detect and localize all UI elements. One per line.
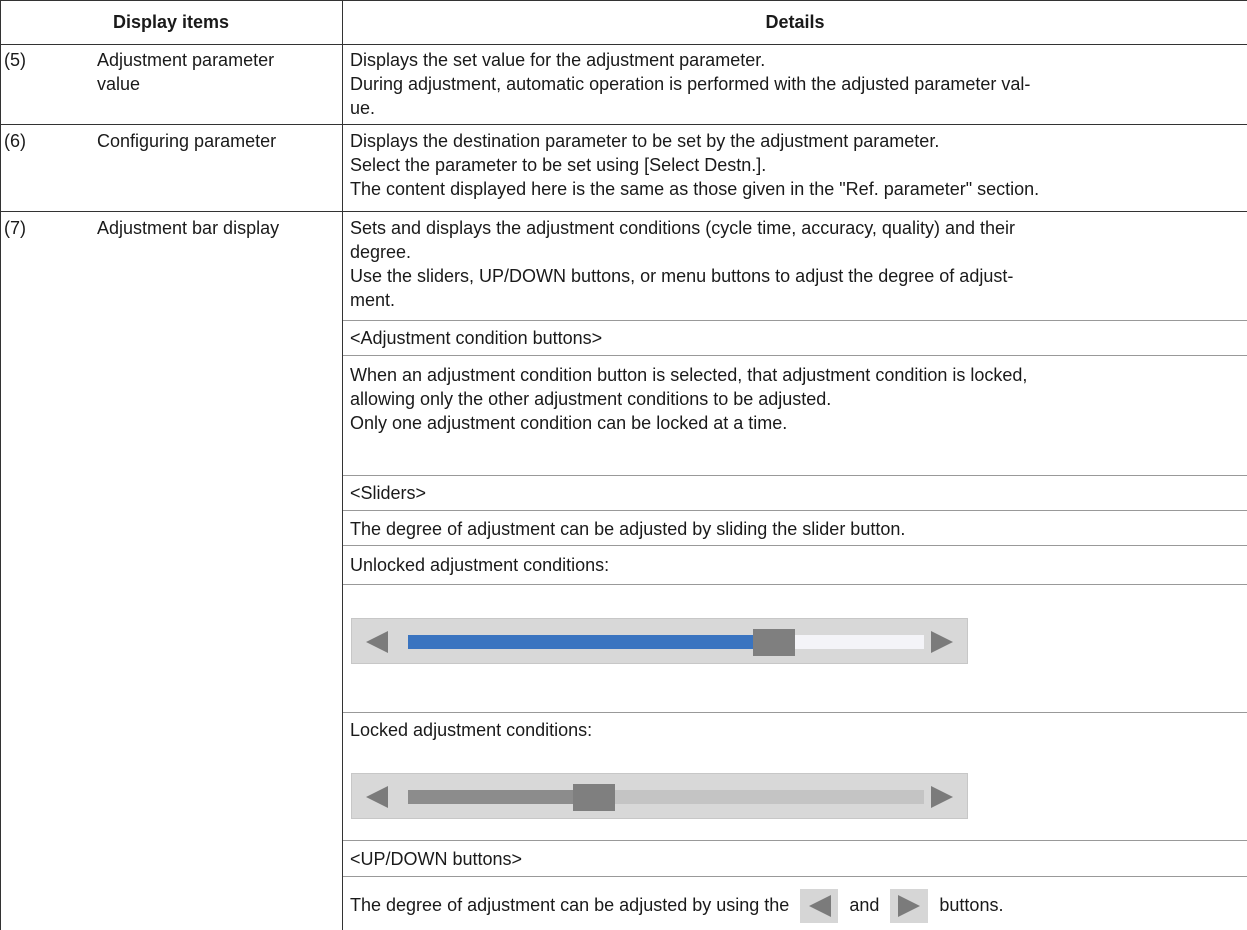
slider-knob[interactable] [753, 629, 795, 656]
unlocked-slider[interactable] [351, 618, 968, 664]
sub-divider [342, 355, 1247, 356]
column-divider [342, 0, 343, 930]
row-number: (6) [4, 131, 26, 151]
left-arrow-icon[interactable] [366, 631, 388, 653]
row-number: (7) [4, 218, 26, 238]
row-details: Displays the set value for the adjustmen… [350, 50, 1031, 118]
row-intro: Sets and displays the adjustment conditi… [350, 218, 1015, 310]
section-heading-updown: <UP/DOWN buttons> [350, 849, 523, 869]
sub-divider [342, 320, 1247, 321]
header-details: Details [765, 12, 825, 32]
locked-slider[interactable] [351, 773, 968, 819]
slider-fill [408, 635, 753, 649]
updown-text: The degree of adjustment can be adjusted… [350, 887, 1247, 924]
row-divider [0, 211, 1247, 212]
right-button-icon [890, 889, 929, 924]
display-item: Adjustment parameter value [97, 50, 275, 94]
row-details: Displays the destination parameter to be… [350, 131, 1040, 199]
locked-label: Locked adjustment conditions: [350, 720, 593, 740]
header-display-items: Display items [112, 12, 230, 32]
sub-divider [342, 840, 1247, 841]
slider-track[interactable] [408, 629, 924, 656]
sub-divider [342, 545, 1247, 546]
condition-buttons-text: When an adjustment condition button is s… [350, 365, 1028, 433]
display-item: Configuring parameter [97, 131, 277, 151]
slider-track[interactable] [408, 784, 924, 811]
right-arrow-icon[interactable] [931, 786, 953, 808]
section-heading-sliders: <Sliders> [350, 483, 427, 503]
sliders-text: The degree of adjustment can be adjusted… [350, 519, 906, 539]
sub-divider [342, 584, 1247, 585]
table-border-left [0, 0, 1, 930]
left-arrow-icon[interactable] [366, 786, 388, 808]
sub-divider [342, 475, 1247, 476]
row-number: (5) [4, 50, 26, 70]
slider-knob[interactable] [573, 784, 615, 811]
display-item: Adjustment bar display [97, 218, 280, 238]
header-divider [0, 44, 1247, 45]
sub-divider [342, 510, 1247, 511]
right-arrow-icon[interactable] [931, 631, 953, 653]
sub-divider [342, 712, 1247, 713]
unlocked-label: Unlocked adjustment conditions: [350, 555, 610, 575]
slider-fill [408, 790, 573, 804]
parameter-table: Display items Details (5) Adjustment par… [0, 0, 1247, 930]
row-divider [0, 124, 1247, 125]
section-heading-condition-buttons: <Adjustment condition buttons> [350, 328, 603, 348]
left-button-icon [800, 889, 839, 924]
sub-divider [342, 876, 1247, 877]
